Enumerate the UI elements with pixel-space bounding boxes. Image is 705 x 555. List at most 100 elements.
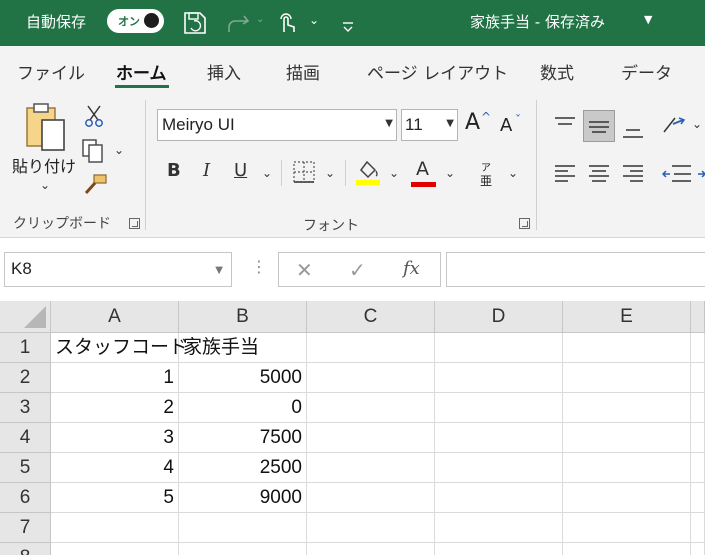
cell-d6[interactable] [435, 483, 563, 513]
column-header-f[interactable] [691, 301, 705, 333]
cell-b1[interactable]: 家族手当 [179, 333, 307, 363]
tab-data[interactable]: データ [621, 59, 672, 84]
tab-formulas[interactable]: 数式 [540, 59, 574, 84]
shrink-font-button[interactable]: A [500, 115, 512, 136]
cell-f7[interactable] [691, 513, 705, 543]
font-size-select[interactable]: 11 ▼ [401, 109, 458, 141]
cell-c6[interactable] [307, 483, 435, 513]
touch-dropdown-icon[interactable]: ⌄ [309, 13, 319, 27]
bold-button[interactable]: B [167, 160, 181, 181]
cell-d1[interactable] [435, 333, 563, 363]
paste-dropdown-icon[interactable]: ⌄ [40, 178, 50, 192]
cell-e4[interactable] [563, 423, 691, 453]
cell-b6[interactable]: 9000 [179, 483, 307, 513]
cut-icon[interactable] [84, 104, 104, 128]
decrease-indent-icon[interactable] [662, 164, 692, 184]
cell-a8[interactable] [51, 543, 179, 555]
more-options-icon[interactable]: ⋮ [251, 257, 267, 276]
clipboard-dialog-launcher-icon[interactable] [129, 218, 140, 229]
font-color-dropdown-icon[interactable]: ⌄ [445, 166, 455, 180]
cell-a6[interactable]: 5 [51, 483, 179, 513]
cell-d4[interactable] [435, 423, 563, 453]
underline-dropdown-icon[interactable]: ⌄ [262, 166, 272, 180]
cell-f3[interactable] [691, 393, 705, 423]
save-icon[interactable] [182, 10, 208, 36]
cell-a5[interactable]: 4 [51, 453, 179, 483]
cell-b4[interactable]: 7500 [179, 423, 307, 453]
cell-c7[interactable] [307, 513, 435, 543]
align-center-icon[interactable] [588, 164, 610, 184]
cell-e2[interactable] [563, 363, 691, 393]
redo-icon[interactable] [224, 10, 250, 36]
cell-f6[interactable] [691, 483, 705, 513]
cell-f1[interactable] [691, 333, 705, 363]
column-header-b[interactable]: B [179, 301, 307, 333]
align-left-icon[interactable] [554, 164, 576, 184]
font-dialog-launcher-icon[interactable] [519, 218, 530, 229]
tab-draw[interactable]: 描画 [286, 59, 320, 84]
tab-page-layout[interactable]: ページ レイアウト [367, 59, 508, 84]
cell-a2[interactable]: 1 [51, 363, 179, 393]
name-box[interactable]: K8 ▼ [4, 252, 232, 287]
copy-dropdown-icon[interactable]: ⌄ [114, 143, 124, 157]
underline-button[interactable]: U [234, 160, 247, 181]
document-title[interactable]: 家族手当 - 保存済み [470, 11, 605, 32]
cell-e8[interactable] [563, 543, 691, 555]
fill-color-icon[interactable] [355, 158, 381, 186]
row-header-7[interactable]: 7 [0, 513, 51, 543]
paste-icon[interactable] [24, 102, 68, 154]
italic-button[interactable]: I [203, 160, 210, 181]
cell-f5[interactable] [691, 453, 705, 483]
column-header-c[interactable]: C [307, 301, 435, 333]
customize-toolbar-icon[interactable] [340, 14, 356, 40]
font-color-button[interactable]: A [416, 158, 429, 180]
align-middle-button[interactable] [583, 110, 615, 142]
cell-d7[interactable] [435, 513, 563, 543]
cell-c3[interactable] [307, 393, 435, 423]
row-header-6[interactable]: 6 [0, 483, 51, 513]
cell-b5[interactable]: 2500 [179, 453, 307, 483]
row-header-1[interactable]: 1 [0, 333, 51, 363]
cell-a7[interactable] [51, 513, 179, 543]
row-header-4[interactable]: 4 [0, 423, 51, 453]
row-header-3[interactable]: 3 [0, 393, 51, 423]
autosave-toggle[interactable]: オン [107, 9, 164, 33]
copy-icon[interactable] [81, 138, 105, 164]
tab-file[interactable]: ファイル [17, 59, 85, 84]
phonetic-dropdown-icon[interactable]: ⌄ [508, 166, 518, 180]
cell-f2[interactable] [691, 363, 705, 393]
borders-icon[interactable] [292, 160, 316, 184]
row-header-2[interactable]: 2 [0, 363, 51, 393]
formula-input[interactable] [446, 252, 705, 287]
cell-f8[interactable] [691, 543, 705, 555]
cell-e3[interactable] [563, 393, 691, 423]
touch-mode-icon[interactable] [274, 10, 300, 36]
insert-function-button[interactable]: fx [403, 258, 420, 279]
fill-color-dropdown-icon[interactable]: ⌄ [389, 166, 399, 180]
cell-a4[interactable]: 3 [51, 423, 179, 453]
cell-c1[interactable] [307, 333, 435, 363]
cell-b8[interactable] [179, 543, 307, 555]
align-right-icon[interactable] [622, 164, 644, 184]
column-header-d[interactable]: D [435, 301, 563, 333]
cell-c5[interactable] [307, 453, 435, 483]
tab-insert[interactable]: 挿入 [207, 59, 241, 84]
cell-b2[interactable]: 5000 [179, 363, 307, 393]
column-header-a[interactable]: A [51, 301, 179, 333]
cell-e7[interactable] [563, 513, 691, 543]
title-dropdown-icon[interactable]: ▼ [644, 13, 652, 26]
grow-font-button[interactable]: A [465, 110, 480, 135]
cell-a1[interactable]: スタッフコード [51, 333, 188, 363]
cell-d8[interactable] [435, 543, 563, 555]
redo-dropdown-icon[interactable]: ⌄ [256, 14, 264, 25]
cell-e5[interactable] [563, 453, 691, 483]
cell-c4[interactable] [307, 423, 435, 453]
align-top-icon[interactable] [554, 116, 576, 134]
row-header-5[interactable]: 5 [0, 453, 51, 483]
cell-e6[interactable] [563, 483, 691, 513]
select-all-button[interactable] [0, 301, 51, 333]
cell-d2[interactable] [435, 363, 563, 393]
font-name-select[interactable]: Meiryo UI ▼ [157, 109, 397, 141]
borders-dropdown-icon[interactable]: ⌄ [325, 166, 335, 180]
cell-d5[interactable] [435, 453, 563, 483]
